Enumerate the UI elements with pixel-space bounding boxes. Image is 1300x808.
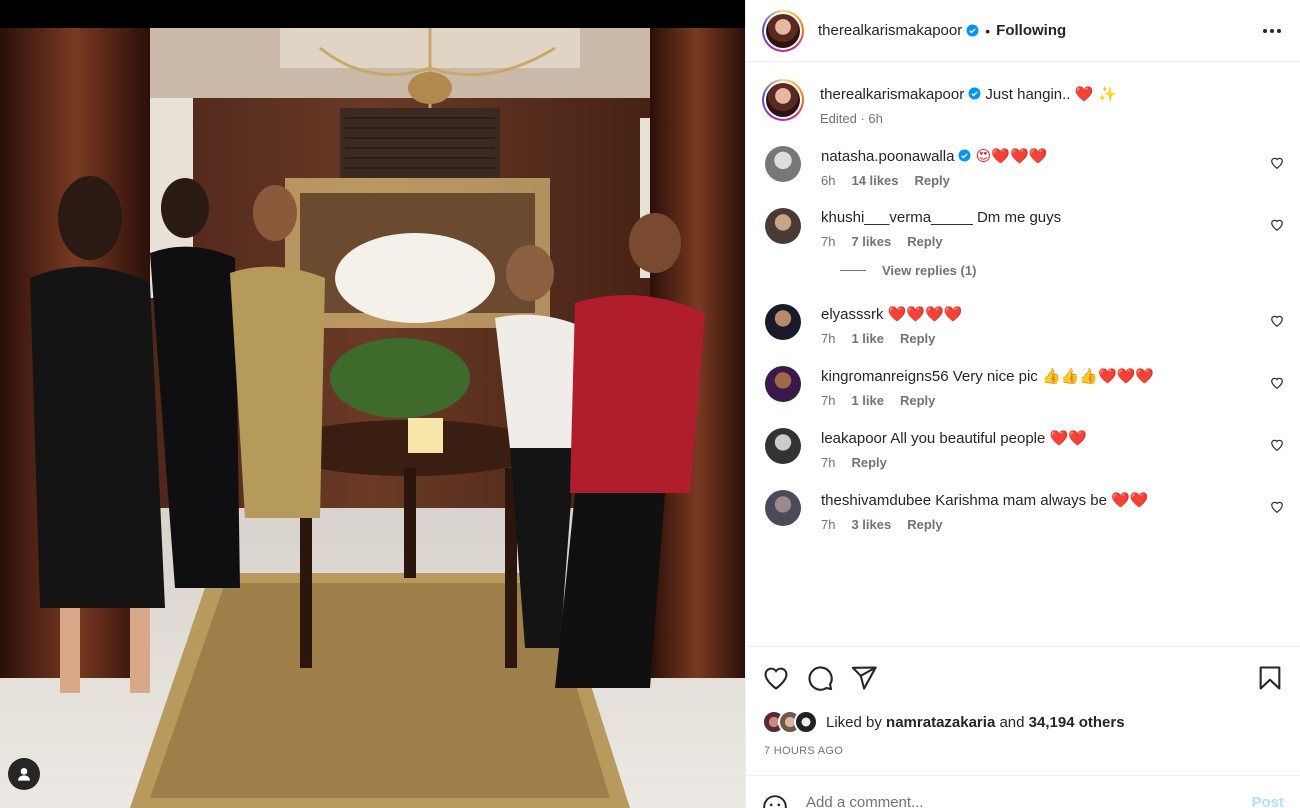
comment-likes[interactable]: 3 likes (851, 517, 891, 532)
post-actions: Liked by namratazakaria and 34,194 other… (746, 646, 1300, 774)
caption-username[interactable]: therealkarismakapoor (820, 86, 964, 103)
tagged-users-button[interactable] (8, 758, 40, 790)
view-replies-label: View replies (1) (882, 263, 977, 278)
comment-text: Karishma mam always be (935, 492, 1107, 509)
more-options-button[interactable] (1260, 19, 1284, 43)
bookmark-icon[interactable] (1256, 664, 1284, 692)
commenter-avatar[interactable] (765, 208, 801, 244)
liked-by-prefix: Liked by (826, 713, 882, 731)
comment-item: kingromanreigns56 Very nice pic 👍👍👍❤️❤️❤… (762, 366, 1284, 408)
caption-text: Just hangin.. (985, 86, 1071, 103)
caption-emojis: ❤️ ✨ (1074, 85, 1117, 103)
heart-icon[interactable] (762, 664, 790, 692)
commenter-avatar[interactable] (765, 428, 801, 464)
comment-emojis: 😍❤️❤️❤️ (975, 147, 1048, 165)
commenter-username[interactable]: theshivamdubee (821, 492, 931, 509)
commenter-avatar[interactable] (765, 304, 801, 340)
reply-button[interactable]: Reply (907, 234, 942, 249)
verified-badge-icon (966, 24, 979, 37)
comment-like-heart-icon[interactable] (1270, 156, 1284, 170)
comment-text: Very nice pic (952, 368, 1038, 385)
comment-emojis: ❤️❤️❤️❤️ (887, 305, 963, 323)
add-comment-input[interactable] (806, 794, 1206, 808)
comment-item: theshivamdubee Karishma mam always be ❤️… (762, 490, 1284, 532)
comment-icon[interactable] (806, 664, 834, 692)
post-header: therealkarismakapoor • Following (746, 0, 1300, 62)
comment-item: elyasssrk ❤️❤️❤️❤️ 7h 1 like Reply (762, 304, 1284, 346)
comment-likes[interactable]: 1 like (851, 331, 884, 346)
comment-item: natasha.poonawalla 😍❤️❤️❤️ 6h 14 likes R… (762, 146, 1284, 188)
reply-button[interactable]: Reply (900, 393, 935, 408)
post-caption: therealkarismakapoor Just hangin.. ❤️ ✨ … (762, 79, 1284, 126)
comment-age: 6h (821, 173, 836, 188)
following-button[interactable]: Following (996, 22, 1066, 39)
add-comment-bar: Post (746, 775, 1300, 808)
comment-emojis: ❤️❤️ (1049, 429, 1087, 447)
reply-button[interactable]: Reply (907, 517, 942, 532)
post-timestamp[interactable]: 7 HOURS AGO (746, 735, 1300, 757)
author-username[interactable]: therealkarismakapoor (818, 22, 962, 39)
comment-age: 7h (821, 517, 836, 532)
reply-button[interactable]: Reply (914, 173, 949, 188)
comment-like-heart-icon[interactable] (1270, 438, 1284, 452)
verified-badge-icon (958, 149, 971, 162)
commenter-avatar[interactable] (765, 146, 801, 182)
separator-dot: • (985, 22, 991, 39)
comment-text: All you beautiful people (890, 430, 1046, 447)
comment-like-heart-icon[interactable] (1270, 218, 1284, 232)
comment-like-heart-icon[interactable] (1270, 314, 1284, 328)
comment-text: Dm me guys (976, 209, 1062, 226)
view-replies-button[interactable]: View replies (1) (840, 263, 1284, 278)
comment-emojis: 👍👍👍❤️❤️❤️ (1041, 367, 1155, 385)
edited-label: Edited · 6h (820, 111, 883, 126)
post-comment-button[interactable]: Post (1251, 794, 1284, 808)
comment-age: 7h (821, 393, 836, 408)
user-tag-icon (18, 768, 30, 781)
post-media (0, 0, 745, 808)
instagram-post-modal: therealkarismakapoor • Following thereal… (0, 0, 1300, 808)
comment-item: khushi___verma_____ Dm me guys 7h 7 like… (762, 208, 1284, 249)
comment-like-heart-icon[interactable] (1270, 500, 1284, 514)
reply-button[interactable]: Reply (851, 455, 886, 470)
action-bar (746, 647, 1300, 709)
comment-age: 7h (821, 455, 836, 470)
commenter-avatar[interactable] (765, 366, 801, 402)
emoji-icon[interactable] (762, 794, 788, 808)
commenter-username[interactable]: leakapoor (821, 430, 887, 447)
liker-avatars[interactable] (762, 710, 822, 734)
more-options-icon (1263, 28, 1281, 33)
commenter-username[interactable]: natasha.poonawalla (821, 148, 954, 165)
comment-age: 7h (821, 234, 836, 249)
commenter-username[interactable]: khushi___verma_____ (821, 209, 973, 226)
likes-joiner: and (999, 713, 1025, 731)
commenter-username[interactable]: elyasssrk (821, 306, 884, 323)
likes-summary: Liked by namratazakaria and 34,194 other… (746, 709, 1300, 735)
likes-others[interactable]: 34,194 others (1029, 714, 1125, 731)
author-avatar[interactable] (762, 9, 804, 52)
comment-likes[interactable]: 7 likes (851, 234, 891, 249)
liker-username[interactable]: namratazakaria (886, 714, 995, 731)
share-icon[interactable] (850, 664, 878, 692)
comment-like-heart-icon[interactable] (1270, 376, 1284, 390)
comment-likes[interactable]: 14 likes (851, 173, 898, 188)
reply-button[interactable]: Reply (900, 331, 935, 346)
commenter-username[interactable]: kingromanreigns56 (821, 368, 949, 385)
comment-age: 7h (821, 331, 836, 346)
comment-item: leakapoor All you beautiful people ❤️❤️ … (762, 428, 1284, 470)
verified-badge-icon (968, 87, 981, 100)
caption-avatar[interactable] (762, 79, 804, 121)
commenter-avatar[interactable] (765, 490, 801, 526)
post-side-panel: therealkarismakapoor • Following thereal… (745, 0, 1300, 808)
post-photo[interactable] (0, 28, 745, 808)
comment-likes[interactable]: 1 like (851, 393, 884, 408)
comments-list[interactable]: therealkarismakapoor Just hangin.. ❤️ ✨ … (746, 63, 1300, 646)
comment-emojis: ❤️❤️ (1111, 491, 1149, 509)
